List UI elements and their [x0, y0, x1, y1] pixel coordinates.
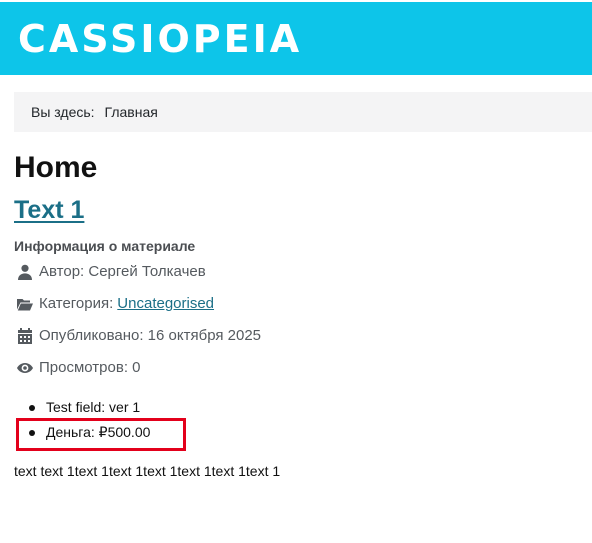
- article-author: Автор: Сергей Толкачев: [16, 263, 206, 280]
- site-logo[interactable]: CASSIOPEIA: [18, 20, 302, 58]
- article-title-link[interactable]: Text 1: [14, 195, 84, 225]
- article-published: Опубликовано: 16 октября 2025: [16, 327, 261, 344]
- category-link[interactable]: Uncategorised: [117, 296, 214, 311]
- eye-icon: [16, 359, 33, 376]
- breadcrumb-label: Вы здесь:: [31, 104, 95, 120]
- breadcrumb-item-home: Главная: [104, 104, 158, 120]
- user-icon: [16, 263, 33, 280]
- article-category: Категория: Uncategorised: [16, 295, 214, 312]
- article-body: text text 1text 1text 1text 1text 1text …: [14, 463, 281, 479]
- site-header: CASSIOPEIA: [0, 0, 592, 75]
- article-info-heading: Информация о материале: [14, 238, 196, 254]
- category-label: Категория:: [39, 295, 114, 312]
- folder-open-icon: [16, 295, 33, 312]
- page: CASSIOPEIA Вы здесь: Главная Home Text 1…: [0, 0, 592, 543]
- author-text: Автор: Сергей Толкачев: [39, 263, 206, 280]
- published-text: Опубликовано: 16 октября 2025: [39, 327, 262, 344]
- page-title: Home: [14, 151, 98, 184]
- views-text: Просмотров: 0: [39, 359, 141, 376]
- calendar-icon: [16, 327, 33, 344]
- highlight-box: [16, 418, 186, 451]
- article-views: Просмотров: 0: [16, 359, 141, 376]
- breadcrumb: Вы здесь: Главная: [14, 92, 592, 132]
